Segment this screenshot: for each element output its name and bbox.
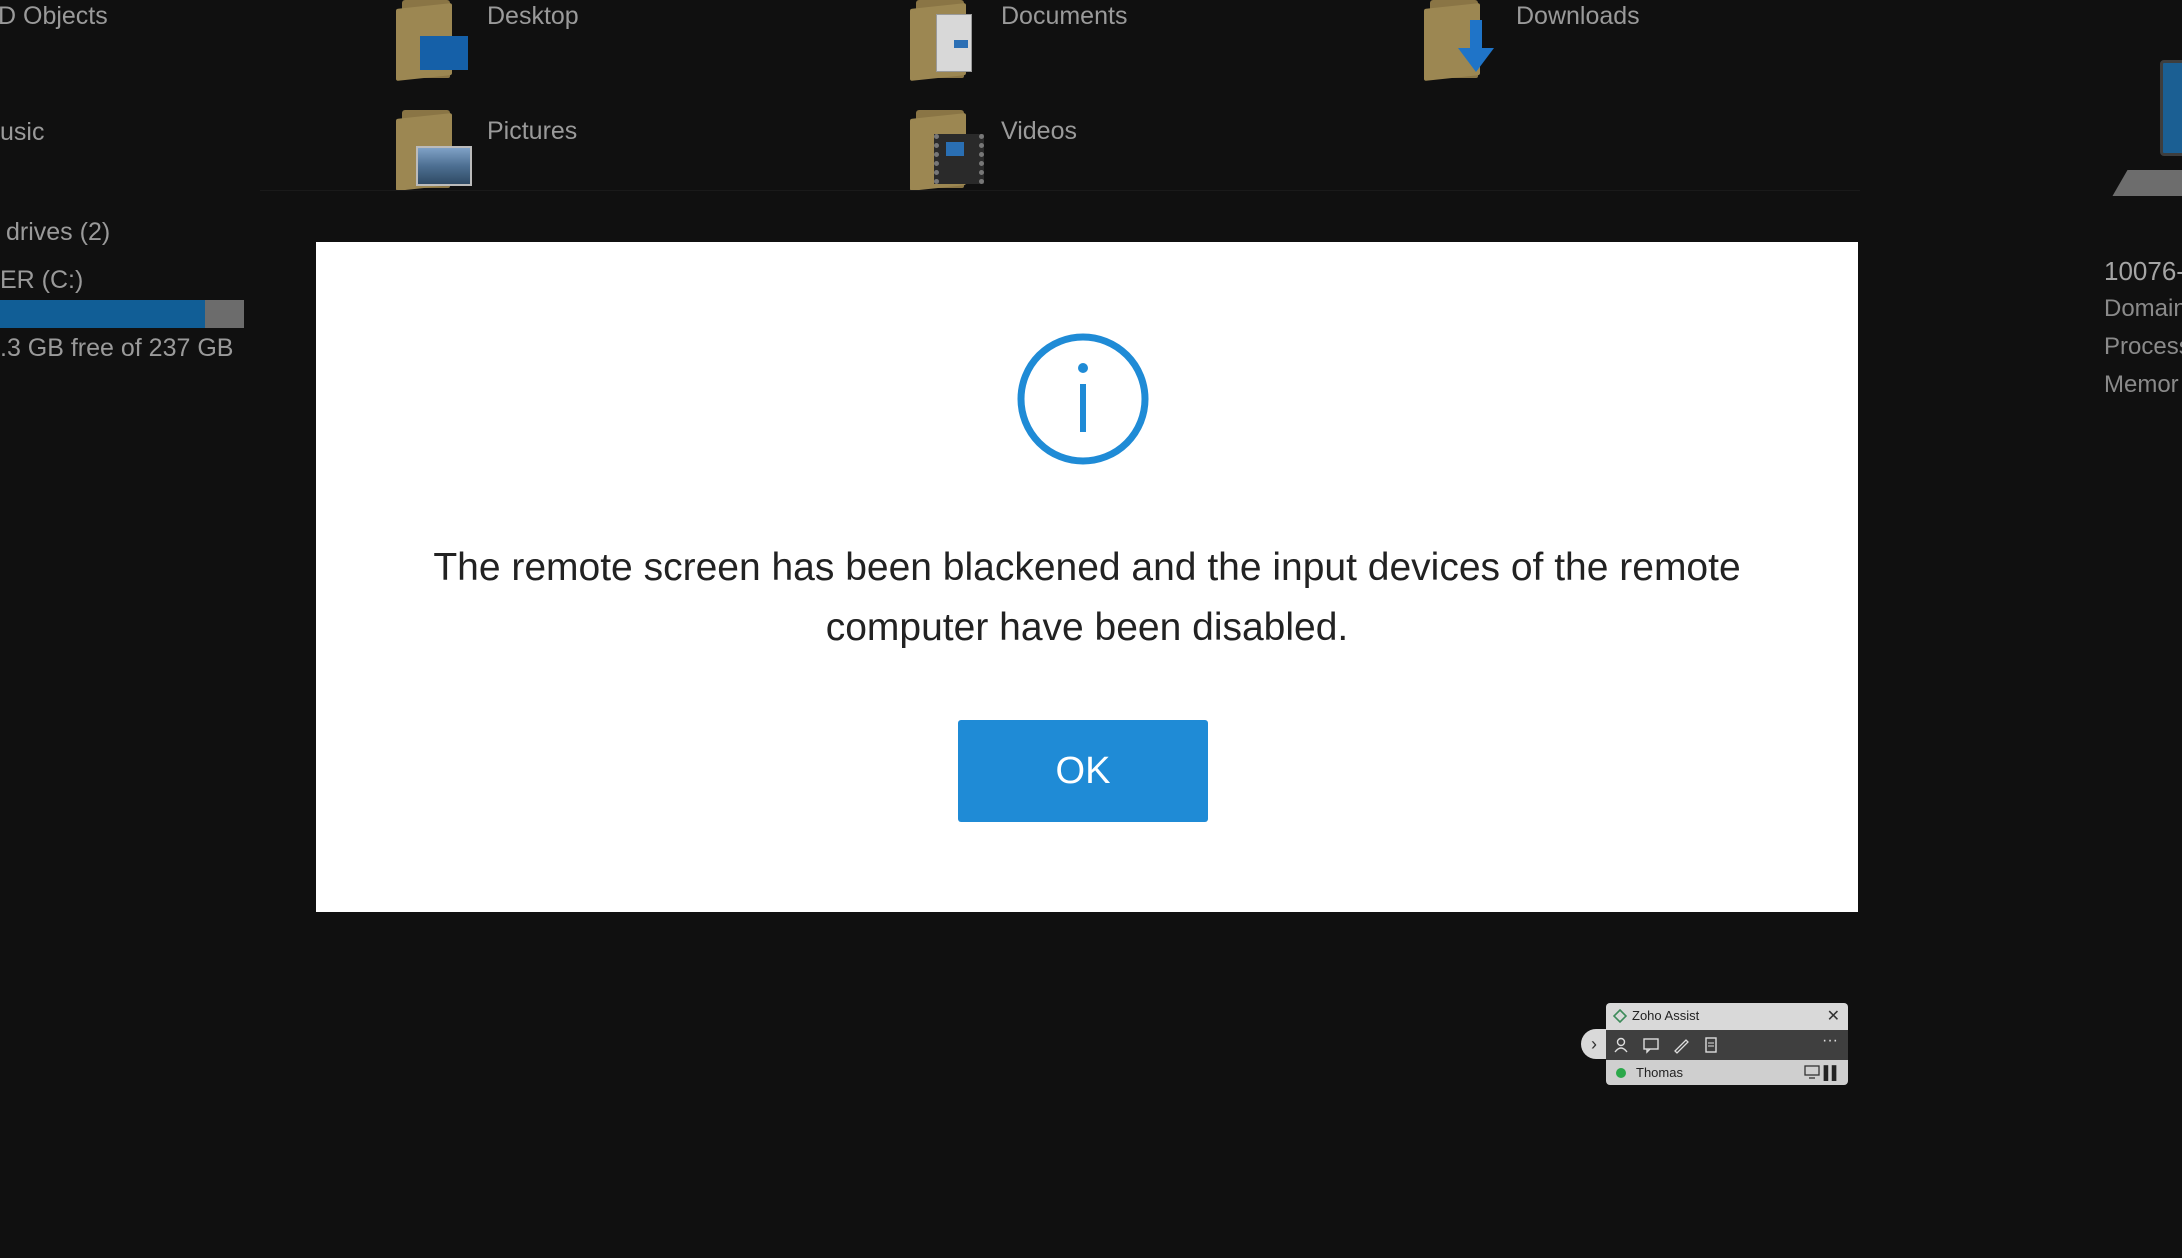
domain-label: Domain: [2104, 295, 2182, 322]
sidebar-item-music[interactable]: usic: [0, 118, 44, 147]
folder-label-documents[interactable]: Documents: [1001, 2, 1127, 31]
files-icon[interactable]: [1702, 1036, 1720, 1054]
zoho-titlebar[interactable]: Zoho Assist ✕: [1606, 1003, 1848, 1030]
folder-label-downloads[interactable]: Downloads: [1516, 2, 1640, 31]
drive-usage-bar: [0, 300, 244, 328]
folder-label-pictures[interactable]: Pictures: [487, 117, 577, 146]
videos-folder-icon[interactable]: [910, 110, 988, 191]
info-dialog: The remote screen has been blackened and…: [316, 242, 1858, 912]
drives-section-header: drives (2): [6, 218, 111, 246]
system-info-panel: 10076- Domain Process Memor: [2104, 252, 2182, 404]
user-status-indicator: [1616, 1068, 1626, 1078]
zoho-assist-toolbar: Zoho Assist ✕ ··· Thomas ▌▌: [1606, 1003, 1848, 1085]
downloads-folder-icon[interactable]: [1424, 0, 1502, 81]
dialog-message: The remote screen has been blackened and…: [433, 546, 1741, 649]
zoho-action-bar: ···: [1606, 1030, 1848, 1060]
folder-label-videos[interactable]: Videos: [1001, 117, 1077, 146]
processor-label: Process: [2104, 333, 2182, 360]
zoho-title: Zoho Assist: [1632, 1008, 1700, 1023]
documents-folder-icon[interactable]: [910, 0, 988, 81]
section-divider: [260, 190, 1860, 191]
user-icon[interactable]: [1612, 1036, 1630, 1054]
computer-name: 10076-: [2104, 256, 2182, 286]
collapse-toolbar-button[interactable]: ›: [1581, 1029, 1607, 1059]
zoho-user-bar: Thomas ▌▌: [1606, 1060, 1848, 1085]
technician-name: Thomas: [1636, 1065, 1683, 1080]
info-icon: [1017, 333, 1149, 465]
pictures-folder-icon[interactable]: [396, 110, 474, 191]
close-icon[interactable]: ✕: [1827, 1006, 1840, 1026]
drive-usage-fill: [0, 300, 205, 328]
annotate-pen-icon[interactable]: [1672, 1036, 1690, 1054]
more-options-icon[interactable]: ···: [1822, 1032, 1838, 1050]
drive-free-space: .3 GB free of 237 GB: [0, 334, 234, 362]
monitor-icon[interactable]: [1804, 1065, 1820, 1079]
computer-icon: [2112, 60, 2182, 210]
memory-label: Memor: [2104, 371, 2179, 398]
pause-icon[interactable]: ▌▌: [1824, 1065, 1841, 1080]
zoho-assist-logo-icon: [1613, 1009, 1627, 1023]
folder-label-desktop[interactable]: Desktop: [487, 2, 579, 31]
sidebar-item-3d-objects[interactable]: D Objects: [0, 2, 108, 31]
desktop-folder-icon[interactable]: [396, 0, 474, 81]
ok-button[interactable]: OK: [958, 720, 1208, 822]
drive-c-name[interactable]: ER (C:): [0, 266, 83, 295]
chat-icon[interactable]: [1642, 1036, 1660, 1054]
